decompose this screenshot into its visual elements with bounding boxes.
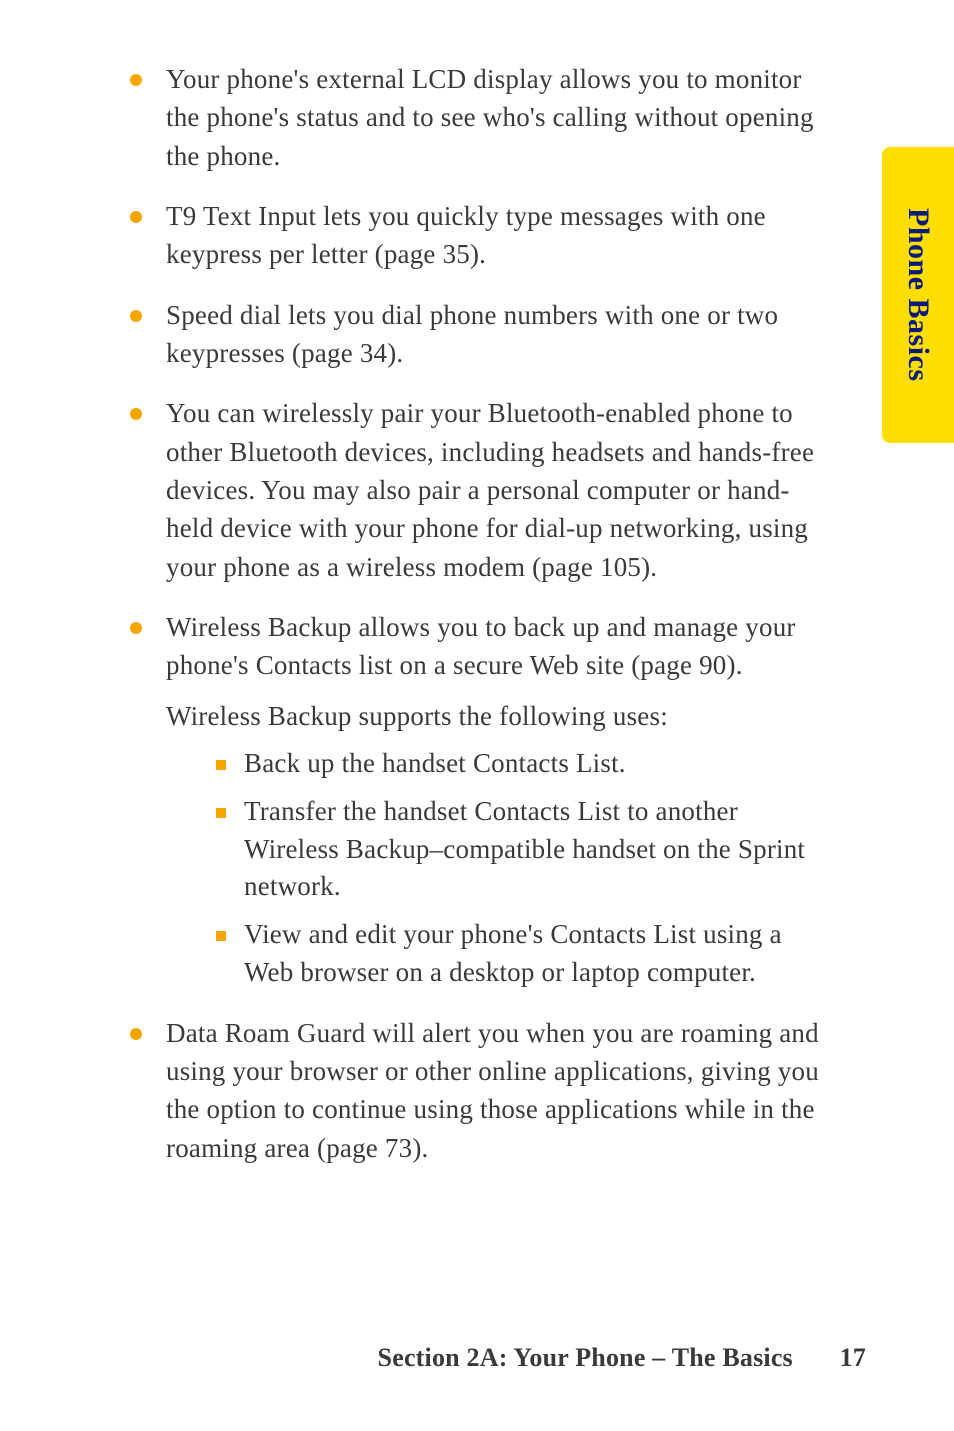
list-item: Your phone's external LCD display allows… <box>130 60 830 175</box>
footer-page-number: 17 <box>840 1343 866 1372</box>
list-item: Speed dial lets you dial phone numbers w… <box>130 296 830 373</box>
subheading-text: Wireless Backup supports the following u… <box>166 697 830 735</box>
list-item: You can wirelessly pair your Bluetooth-e… <box>130 394 830 586</box>
list-item: Data Roam Guard will alert you when you … <box>130 1014 830 1167</box>
sub-list-item: Back up the handset Contacts List. <box>216 745 830 783</box>
primary-list: Your phone's external LCD display allows… <box>130 60 830 1167</box>
footer-section: Section 2A: Your Phone – The Basics <box>378 1343 793 1372</box>
secondary-list: Back up the handset Contacts List. Trans… <box>216 745 830 992</box>
side-tab-label: Phone Basics <box>901 208 935 382</box>
sub-list-item: Transfer the handset Contacts List to an… <box>216 793 830 906</box>
list-item-text: Wireless Backup allows you to back up an… <box>166 612 796 680</box>
sub-list-item: View and edit your phone's Contacts List… <box>216 916 830 992</box>
list-item: Wireless Backup allows you to back up an… <box>130 608 830 992</box>
side-tab: Phone Basics <box>882 147 954 443</box>
page-footer: Section 2A: Your Phone – The Basics 17 <box>378 1343 866 1373</box>
page-content: Your phone's external LCD display allows… <box>130 60 830 1189</box>
list-item: T9 Text Input lets you quickly type mess… <box>130 197 830 274</box>
